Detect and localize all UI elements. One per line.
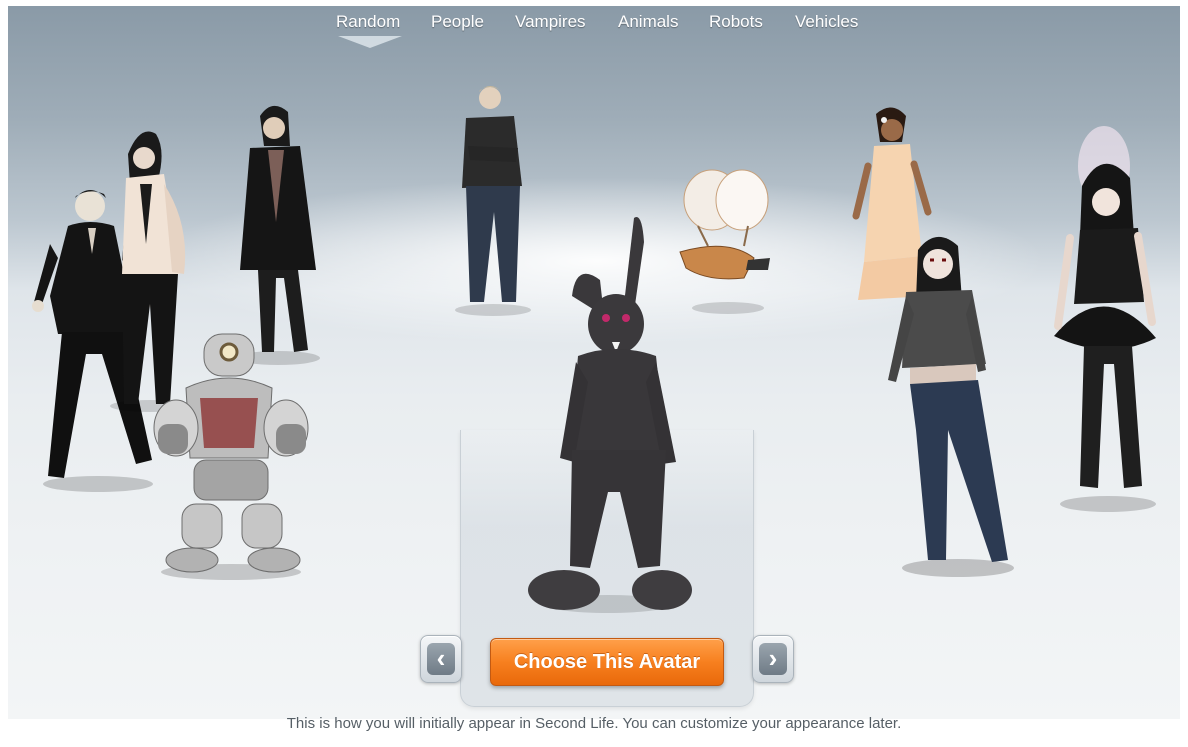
chevron-right-icon: › bbox=[759, 643, 787, 675]
category-nav: Random People Vampires Animals Robots Ve… bbox=[8, 12, 1180, 42]
avatar-woman-tutu[interactable] bbox=[1044, 126, 1162, 516]
tab-random[interactable]: Random bbox=[336, 12, 400, 32]
avatar-man-long-coat-figure bbox=[236, 105, 320, 365]
avatar-bunny-selected[interactable] bbox=[516, 212, 696, 616]
avatar-picker-stage: Random People Vampires Animals Robots Ve… bbox=[8, 6, 1180, 719]
tab-vampires[interactable]: Vampires bbox=[515, 12, 586, 32]
tab-vehicles[interactable]: Vehicles bbox=[795, 12, 858, 32]
avatar-woman-jeans-figure bbox=[888, 236, 1014, 577]
avatar-robot-figure bbox=[153, 333, 309, 580]
avatar-man-long-coat[interactable] bbox=[228, 102, 328, 366]
footer-note: This is how you will initially appear in… bbox=[286, 715, 902, 732]
tab-robots[interactable]: Robots bbox=[709, 12, 763, 32]
tab-animals[interactable]: Animals bbox=[618, 12, 678, 32]
tab-people[interactable]: People bbox=[431, 12, 484, 32]
avatar-bunny-figure bbox=[528, 217, 692, 613]
active-tab-marker bbox=[338, 36, 402, 48]
avatar-woman-jeans[interactable] bbox=[876, 230, 1016, 580]
avatar-robot[interactable] bbox=[146, 328, 316, 580]
choose-avatar-button[interactable]: Choose This Avatar bbox=[490, 638, 724, 686]
prev-avatar-button[interactable]: ‹ bbox=[420, 635, 462, 683]
next-avatar-button[interactable]: › bbox=[752, 635, 794, 683]
avatar-woman-tutu-figure bbox=[1054, 126, 1156, 512]
chevron-left-icon: ‹ bbox=[427, 643, 455, 675]
